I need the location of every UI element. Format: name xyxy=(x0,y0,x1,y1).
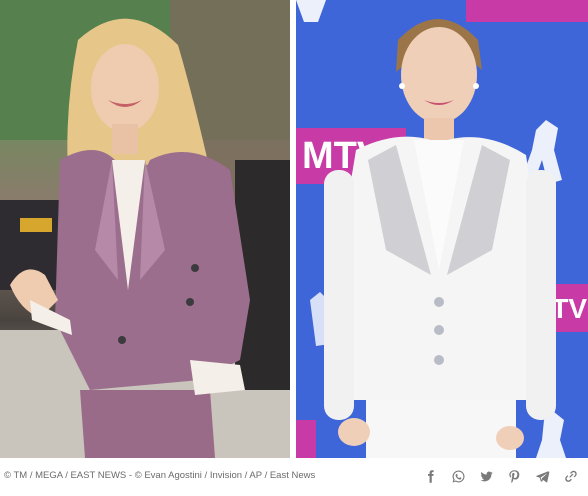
telegram-icon[interactable] xyxy=(532,466,552,486)
twitter-icon[interactable] xyxy=(476,466,496,486)
share-bar xyxy=(420,466,580,486)
facebook-icon[interactable] xyxy=(420,466,440,486)
photo-gallery: MTV MTV xyxy=(0,0,588,458)
credit-bar: © TM / MEGA / EAST NEWS - © Evan Agostin… xyxy=(0,458,588,496)
photo-left xyxy=(0,0,290,458)
photo-credit: © TM / MEGA / EAST NEWS - © Evan Agostin… xyxy=(4,470,316,481)
link-icon[interactable] xyxy=(560,466,580,486)
pinterest-icon[interactable] xyxy=(504,466,524,486)
whatsapp-icon[interactable] xyxy=(448,466,468,486)
photo-right-illustration: MTV MTV xyxy=(296,0,588,458)
photo-right: MTV MTV xyxy=(296,0,588,458)
photo-left-illustration xyxy=(0,0,290,458)
